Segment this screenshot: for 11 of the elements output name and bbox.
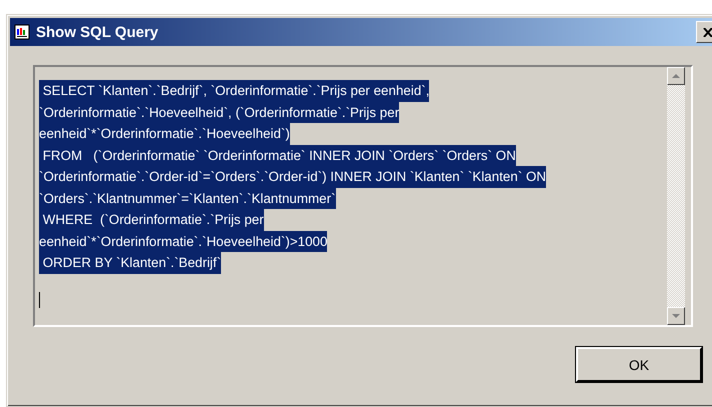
scroll-up-button[interactable]: [667, 67, 685, 85]
down-arrow-icon: [672, 314, 680, 318]
app-icon: [14, 24, 30, 40]
close-icon: [703, 28, 712, 36]
scrollbar[interactable]: [667, 67, 685, 325]
text-cursor: [39, 292, 40, 308]
scroll-down-button[interactable]: [667, 307, 685, 325]
up-arrow-icon: [672, 74, 680, 78]
ok-button[interactable]: OK: [576, 347, 702, 382]
window-title: Show SQL Query: [36, 24, 160, 40]
query-text-area[interactable]: [33, 65, 693, 327]
